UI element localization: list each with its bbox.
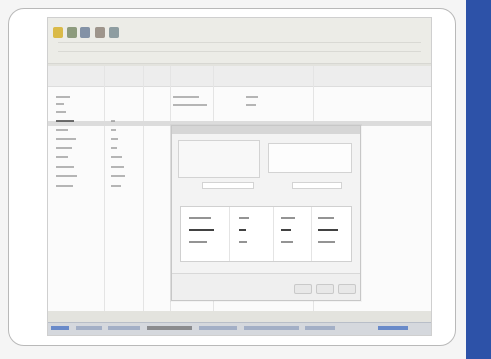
app-icon <box>53 27 63 38</box>
row-value <box>246 96 258 98</box>
dialog-cell <box>281 241 293 243</box>
dialog-cell <box>189 229 214 231</box>
dialog-titlebar <box>172 126 360 134</box>
row-value <box>246 104 256 106</box>
row-value <box>173 104 207 106</box>
row-text <box>56 185 73 187</box>
taskbar-item[interactable] <box>108 326 140 330</box>
dialog-table-divider <box>273 207 274 261</box>
dialog-cell <box>281 229 291 231</box>
row-text <box>56 103 64 105</box>
row-text <box>56 147 72 149</box>
dialog-button[interactable] <box>338 284 356 294</box>
grid-header <box>48 66 431 87</box>
taskbar-item[interactable] <box>199 326 237 330</box>
app-toolbar <box>48 18 431 64</box>
row-value <box>111 120 115 122</box>
toolbar-divider <box>58 42 421 43</box>
dialog-cell <box>239 229 246 231</box>
dialog-table-divider <box>311 207 312 261</box>
row-text <box>56 96 70 98</box>
dialog-cell <box>318 241 335 243</box>
dialog-cell <box>189 217 211 219</box>
row-text <box>56 111 66 113</box>
dialog-input[interactable] <box>292 182 342 189</box>
dialog-input[interactable] <box>202 182 254 189</box>
taskbar-tray <box>378 326 408 330</box>
row-value <box>111 185 121 187</box>
row-value <box>111 147 117 149</box>
toolbar-icon-1 <box>67 27 77 38</box>
dialog-cell <box>239 241 247 243</box>
taskbar <box>48 322 431 335</box>
row-text <box>56 166 74 168</box>
embedded-screenshot <box>47 17 432 336</box>
taskbar-item[interactable] <box>244 326 299 330</box>
dialog-window <box>171 125 361 301</box>
row-value <box>111 175 125 177</box>
dialog-button[interactable] <box>316 284 334 294</box>
taskbar-start[interactable] <box>51 326 69 330</box>
dialog-cell <box>189 241 207 243</box>
toolbar-icon-3 <box>95 27 105 38</box>
row-text <box>56 156 68 158</box>
row-text <box>56 175 77 177</box>
taskbar-item[interactable] <box>305 326 335 330</box>
page <box>0 0 491 359</box>
row-text <box>56 120 74 122</box>
dialog-right-panel <box>268 143 352 173</box>
grid-column-divider <box>143 66 144 311</box>
dialog-table <box>180 206 352 262</box>
toolbar-icon-4 <box>109 27 119 38</box>
dialog-left-panel <box>178 140 260 178</box>
row-text <box>56 138 76 140</box>
dialog-cell <box>318 229 338 231</box>
toolbar-divider <box>58 51 421 52</box>
row-text <box>56 129 68 131</box>
accent-side-band <box>466 0 491 359</box>
dialog-button[interactable] <box>294 284 312 294</box>
row-value <box>111 129 116 131</box>
row-value <box>173 96 199 98</box>
row-value <box>111 138 118 140</box>
dialog-cell <box>239 217 249 219</box>
taskbar-item[interactable] <box>76 326 102 330</box>
taskbar-item[interactable] <box>147 326 192 330</box>
grid-column-divider <box>104 66 105 311</box>
row-value <box>111 166 124 168</box>
dialog-cell <box>318 217 334 219</box>
toolbar-icon-2 <box>80 27 90 38</box>
dialog-cell <box>281 217 295 219</box>
dialog-table-divider <box>229 207 230 261</box>
dialog-actions <box>172 273 360 300</box>
row-value <box>111 156 122 158</box>
